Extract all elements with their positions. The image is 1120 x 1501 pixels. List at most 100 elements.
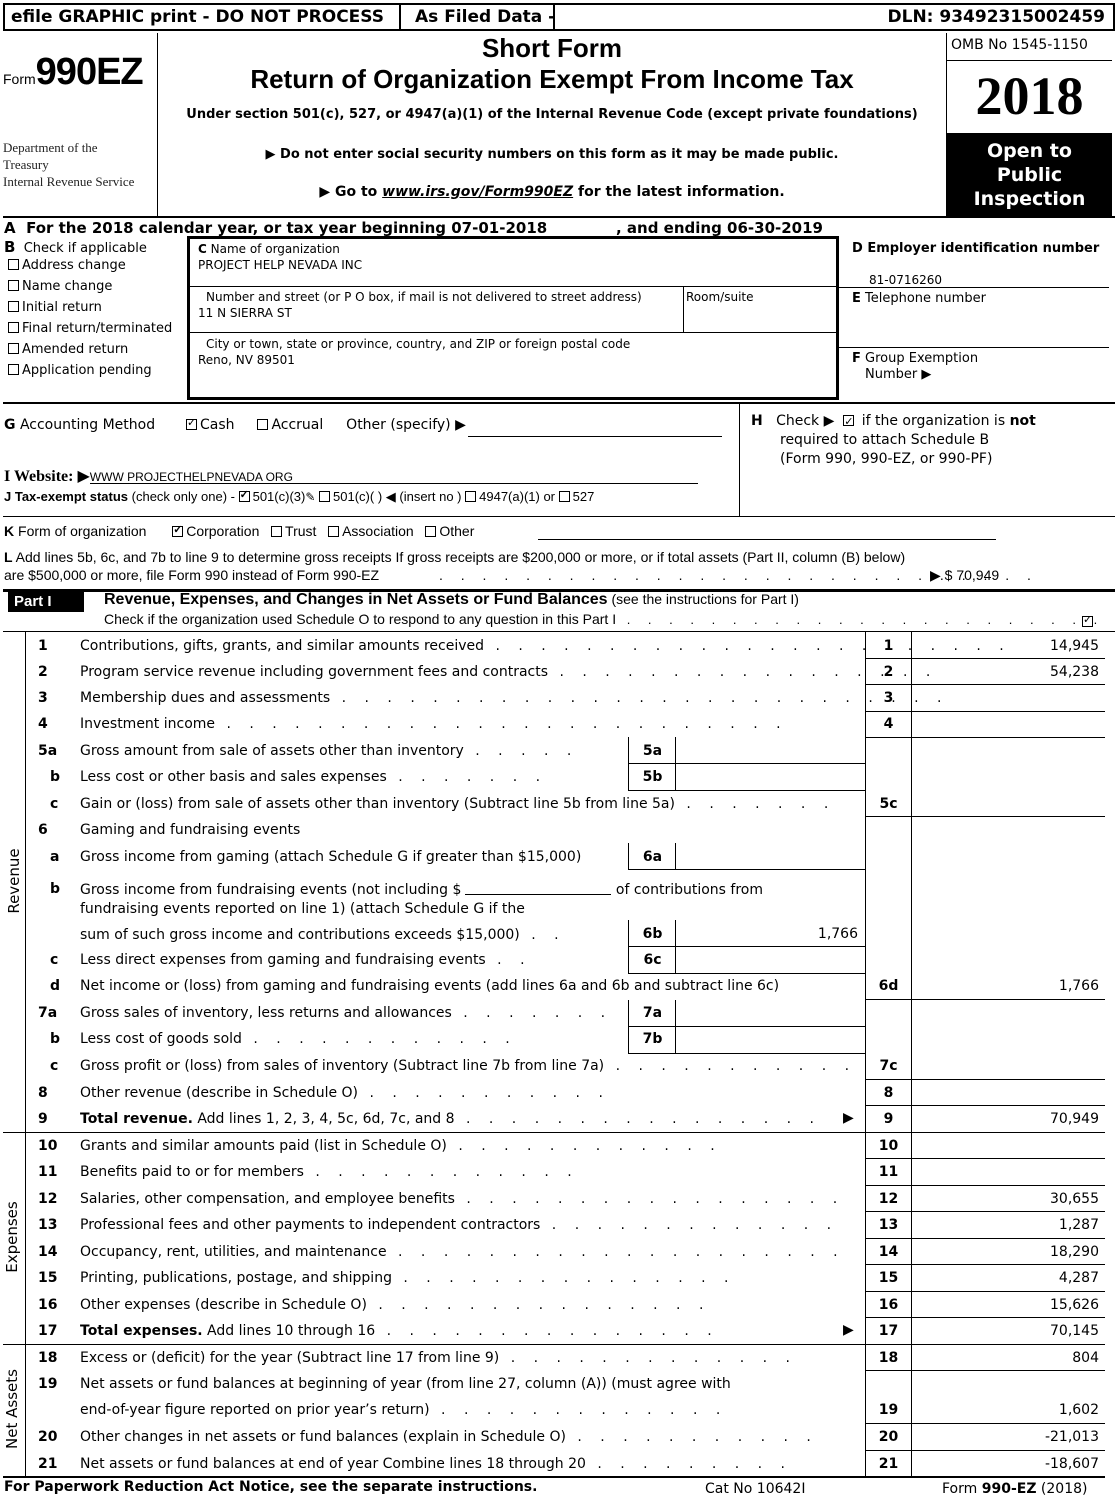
checkbox-501c3[interactable]: 501(c)(3) [238, 488, 305, 504]
badge-line: Open to [987, 140, 1072, 162]
line-amount[interactable]: 15,626 [912, 1297, 1099, 1313]
checkbox-527[interactable]: 527 [558, 489, 594, 504]
line-number: 5a [38, 743, 58, 759]
line-amount[interactable]: 70,949 [912, 1111, 1099, 1127]
line-amount[interactable]: -21,013 [912, 1429, 1099, 1445]
checkbox-icon[interactable] [257, 419, 269, 430]
checkbox-checked-icon[interactable] [238, 488, 250, 502]
ein-value[interactable]: 81-0716260 [869, 273, 942, 287]
omb-number: OMB No 1545-1150 [951, 37, 1088, 53]
line-ref: 10 [878, 1138, 899, 1154]
line-ref: 6c [643, 952, 662, 968]
line-ref: 21 [878, 1456, 899, 1472]
section-c-box: C Name of organization PROJECT HELP NEVA… [187, 236, 839, 400]
line-ref: 15 [878, 1270, 899, 1286]
checkbox-icon[interactable] [8, 259, 19, 270]
schedule-o-checkbox[interactable] [1082, 613, 1093, 627]
divider [839, 287, 1109, 288]
line-ref: 20 [878, 1429, 899, 1445]
line-amount[interactable]: 1,766 [912, 978, 1099, 994]
checkbox-accrual[interactable]: Accrual [257, 417, 323, 433]
street-value[interactable]: 11 N SIERRA ST [198, 306, 292, 320]
section-b-label: B [4, 238, 16, 256]
checkbox-icon[interactable] [8, 301, 19, 312]
checkbox-amended-return[interactable]: Amended return [4, 342, 172, 363]
leader-dots: . . . . . . . . . . . . . [429, 1402, 728, 1418]
line-number: 9 [38, 1111, 48, 1127]
checkbox-other[interactable]: Other [425, 523, 474, 539]
line-number: 3 [38, 690, 48, 706]
checkbox-association[interactable]: Association [328, 523, 414, 539]
line-number: c [50, 796, 59, 812]
checkbox-initial-return[interactable]: Initial return [4, 300, 172, 321]
checkbox-label: Initial return [22, 300, 102, 315]
checkbox-icon[interactable] [319, 491, 331, 502]
divider [683, 286, 684, 332]
leader-dots: . . . . . . . . . . . . [241, 1031, 517, 1047]
other-method-field[interactable] [468, 436, 722, 437]
irs-link[interactable]: www.irs.gov/Form990EZ [382, 184, 573, 200]
line-number: 14 [38, 1244, 58, 1260]
checkbox-corporation[interactable]: Corporation [172, 523, 259, 539]
org-name-value[interactable]: PROJECT HELP NEVADA INC [198, 258, 362, 272]
form-number: Form990EZ [3, 51, 144, 94]
checkbox-icon[interactable] [271, 526, 283, 537]
checkbox-checked-icon[interactable] [186, 416, 197, 430]
checkbox-name-change[interactable]: Name change [4, 279, 172, 300]
checkbox-icon[interactable] [328, 526, 340, 537]
line-amount[interactable]: 54,238 [912, 664, 1099, 680]
checkbox-501c[interactable]: 501(c)( ) ◀ (insert no ) [319, 489, 462, 504]
leader-dots: . . . . . . . . . . . . . . . . . . . . [386, 1244, 845, 1260]
part-i-title-text: Revenue, Expenses, and Changes in Net As… [104, 591, 608, 608]
divider [3, 402, 1115, 404]
fundraising-contributions-field[interactable] [465, 881, 612, 895]
line-number: 8 [38, 1085, 48, 1101]
line-amount[interactable]: 1,766 [676, 926, 858, 942]
line-amount[interactable]: 1,287 [912, 1217, 1099, 1233]
line-4-row: 4 Investment income . . . . . . . . . . … [0, 711, 1120, 738]
leader-dots: . . . . . . . [386, 769, 548, 785]
checkbox-cash[interactable]: Cash [186, 416, 235, 433]
city-value[interactable]: Reno, NV 89501 [198, 353, 295, 367]
checkbox-icon[interactable] [425, 526, 437, 537]
line-text: fundraising events reported on line 1) (… [80, 901, 525, 917]
line-amount[interactable]: 1,602 [912, 1402, 1099, 1418]
line-amount[interactable]: 30,655 [912, 1191, 1099, 1207]
form-number: 990-EZ [981, 1481, 1037, 1497]
checkbox-icon[interactable] [8, 343, 19, 354]
line-amount[interactable]: 804 [912, 1350, 1099, 1366]
line-amount[interactable]: -18,607 [912, 1456, 1099, 1472]
checkbox-label: Final return/terminated [22, 321, 173, 336]
checkbox-label: Corporation [186, 523, 260, 539]
line-text: Membership dues and assessments [80, 690, 331, 706]
line-17-row: 17 Total expenses. Add lines 10 through … [0, 1318, 1120, 1345]
line-description: Occupancy, rent, utilities, and maintena… [80, 1244, 845, 1260]
checkbox-icon[interactable] [8, 280, 19, 291]
section-def: D Employer identification number 81-0716… [839, 236, 1115, 400]
checkbox-address-change[interactable]: Address change [4, 258, 172, 279]
line-1-row: 1 Contributions, gifts, grants, and simi… [0, 633, 1120, 660]
website-value[interactable]: WWW PROJECTHELPNEVADA ORG [90, 470, 293, 484]
checkbox-trust[interactable]: Trust [271, 523, 316, 539]
line-amount[interactable]: 18,290 [912, 1244, 1099, 1260]
website-label: I Website: ▶ [4, 468, 90, 485]
line-amount[interactable]: 4,287 [912, 1270, 1099, 1286]
checkbox-icon[interactable] [558, 491, 570, 502]
checkbox-icon[interactable] [8, 322, 19, 333]
line-amount[interactable]: 14,945 [912, 638, 1099, 654]
checkbox-icon[interactable] [465, 491, 477, 502]
checkbox-application-pending[interactable]: Application pending [4, 363, 172, 384]
line-number: 12 [38, 1191, 58, 1207]
checkbox-final-return[interactable]: Final return/terminated [4, 321, 172, 342]
section-k: K Form of organization Corporation Trust… [4, 523, 474, 539]
section-h-label: H [751, 413, 763, 429]
leader-dots: . . [519, 927, 566, 943]
checkbox-label: Application pending [22, 363, 152, 378]
checkbox-checked-icon[interactable] [172, 523, 184, 537]
checkbox-icon[interactable] [8, 364, 19, 375]
other-org-field[interactable] [538, 539, 996, 540]
checkbox-4947[interactable]: 4947(a)(1) or [465, 489, 555, 504]
line-text: Professional fees and other payments to … [80, 1217, 541, 1233]
line-amount[interactable]: 70,145 [912, 1323, 1099, 1339]
schedule-b-checkbox[interactable] [843, 412, 855, 431]
